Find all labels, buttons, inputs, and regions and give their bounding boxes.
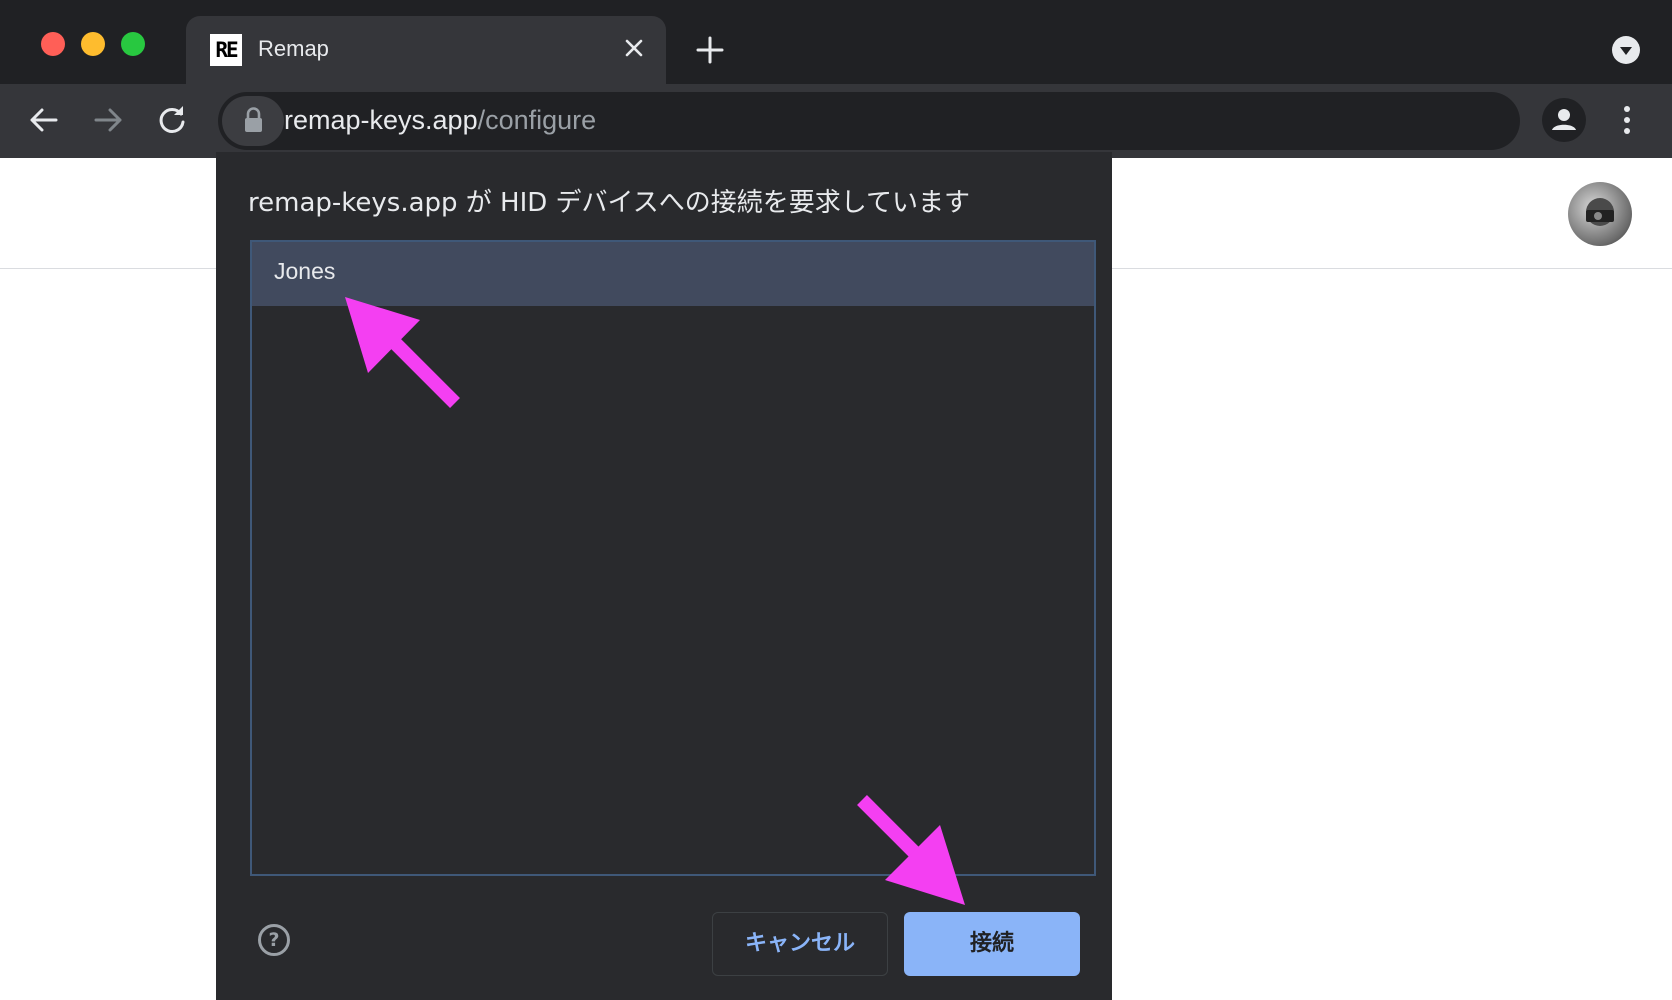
camera-photo-icon <box>1586 198 1614 226</box>
browser-window: RE Remap remap-keys.app/configure remap-… <box>0 0 1672 1000</box>
remap-favicon-icon: RE <box>210 34 242 66</box>
cancel-button[interactable]: キャンセル <box>712 912 888 976</box>
lock-icon <box>245 107 262 132</box>
chevron-down-icon <box>1620 47 1632 55</box>
tab-strip: RE Remap <box>0 0 1672 84</box>
device-list[interactable]: Jones <box>250 240 1096 876</box>
address-bar[interactable]: remap-keys.app/configure <box>218 92 1520 150</box>
person-icon <box>1552 109 1576 130</box>
window-minimize-button[interactable] <box>81 32 105 56</box>
tab-remap[interactable]: RE Remap <box>186 16 666 84</box>
url-host: remap-keys.app <box>284 105 478 135</box>
back-arrow-icon[interactable] <box>22 98 66 142</box>
dialog-title: remap-keys.app が HID デバイスへの接続を要求しています <box>248 188 970 218</box>
url-path: /configure <box>477 105 597 135</box>
forward-arrow-icon[interactable] <box>86 98 130 142</box>
reload-icon[interactable] <box>150 98 194 142</box>
tab-title: Remap <box>258 36 329 61</box>
new-tab-icon[interactable] <box>690 30 730 70</box>
more-menu-icon[interactable] <box>1612 100 1642 140</box>
device-label: Jones <box>274 258 336 284</box>
user-avatar[interactable] <box>1568 182 1632 246</box>
device-list-item[interactable]: Jones <box>252 242 1094 306</box>
site-info-button[interactable] <box>222 96 284 146</box>
help-icon[interactable]: ? <box>258 924 290 956</box>
toolbar: remap-keys.app/configure <box>0 84 1672 158</box>
window-close-button[interactable] <box>41 32 65 56</box>
tab-search-icon[interactable] <box>1612 36 1640 64</box>
profile-button[interactable] <box>1542 98 1586 142</box>
window-maximize-button[interactable] <box>121 32 145 56</box>
tab-close-icon[interactable] <box>616 30 652 66</box>
connect-button[interactable]: 接続 <box>904 912 1080 976</box>
url-text: remap-keys.app/configure <box>284 105 596 136</box>
hid-device-chooser-dialog: remap-keys.app が HID デバイスへの接続を要求しています Jo… <box>216 152 1112 1000</box>
